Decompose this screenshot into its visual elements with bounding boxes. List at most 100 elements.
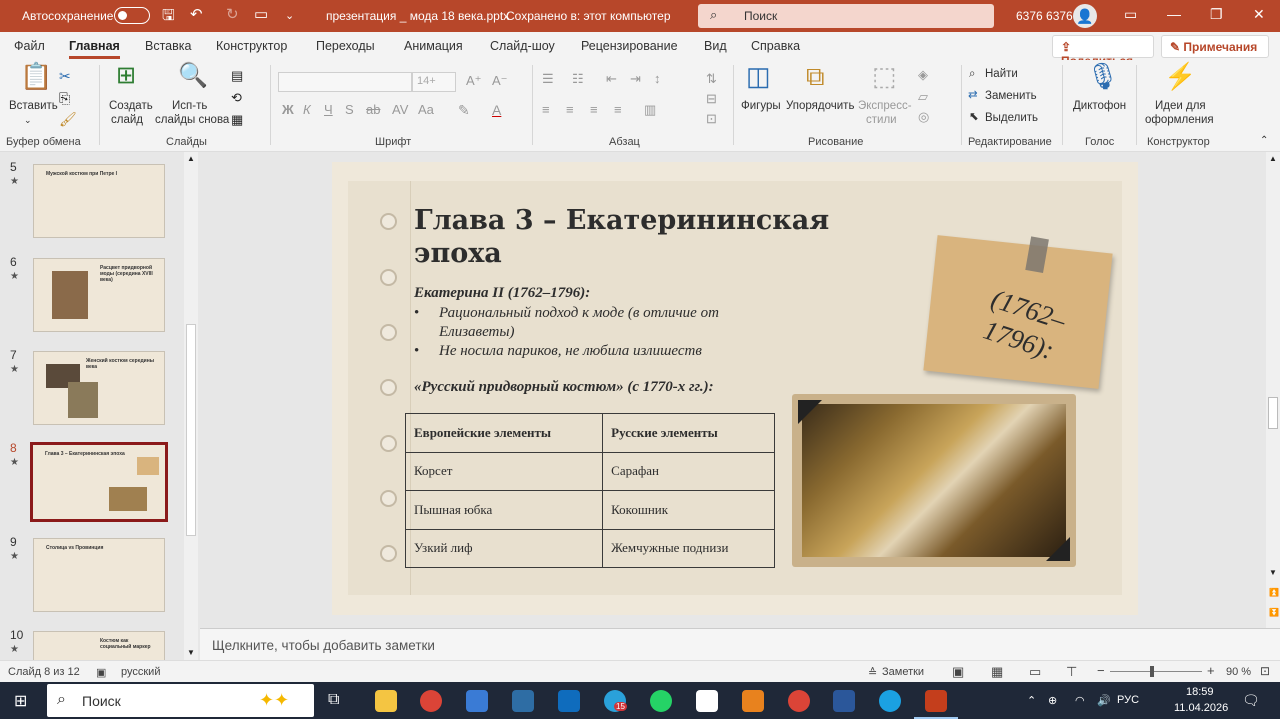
slide-thumbnail-7[interactable]: Женский костюм середины века — [33, 351, 165, 425]
slide-thumbnail-8-selected[interactable]: Глава 3 – Екатерининская эпоха — [30, 442, 168, 522]
reading-view-icon[interactable]: ▭ — [1029, 664, 1041, 680]
new-slide-icon[interactable]: ⊞ — [116, 64, 136, 88]
search-box[interactable]: ⌕ Поиск — [698, 4, 994, 28]
language-indicator[interactable]: русский — [121, 666, 160, 678]
highlight-icon[interactable]: ✎ — [458, 103, 470, 117]
copy-icon[interactable]: ⎘ — [59, 88, 70, 108]
scroll-thumb[interactable] — [186, 324, 196, 536]
spacing-icon[interactable]: AV — [392, 103, 408, 117]
replace-button[interactable]: Заменить — [985, 89, 1037, 103]
smartart-icon[interactable]: ⊡ — [706, 112, 717, 126]
justify-icon[interactable]: ≡ — [614, 103, 622, 117]
scroll-up-icon[interactable]: ▲ — [1269, 154, 1277, 163]
text-direction-icon[interactable]: ⇅ — [706, 72, 717, 86]
tab-animations[interactable]: Анимация — [404, 39, 463, 53]
maximize-icon[interactable]: ❐ — [1210, 6, 1223, 23]
notion-icon[interactable] — [696, 690, 718, 712]
shrink-font-icon[interactable]: A⁻ — [492, 74, 508, 88]
tab-home[interactable]: Главная — [69, 39, 120, 59]
table-cell[interactable]: Жемчужные поднизи — [602, 528, 775, 568]
slide-subheading[interactable]: Екатерина II (1762–1796): — [414, 285, 590, 302]
select-icon[interactable]: ⬉ — [969, 110, 979, 124]
store-icon[interactable] — [466, 690, 488, 712]
ideas-label-1[interactable]: Идеи для — [1155, 99, 1206, 113]
notes-pane[interactable]: Щелкните, чтобы добавить заметки — [200, 628, 1280, 660]
section-heading[interactable]: «Русский придворный костюм» (с 1770-х гг… — [414, 379, 714, 396]
redo-icon[interactable]: ↻ — [226, 5, 239, 23]
font-color-icon[interactable]: A — [492, 103, 501, 117]
shape-fill-icon[interactable]: ◈ — [918, 68, 928, 82]
grow-font-icon[interactable]: A⁺ — [466, 74, 482, 88]
next-slide-icon[interactable]: ⏬ — [1269, 608, 1279, 617]
notes-icon[interactable]: ≙ — [868, 666, 877, 679]
notes-button[interactable]: Заметки — [882, 666, 924, 678]
table-header[interactable]: Европейские элементы — [404, 413, 604, 453]
save-icon[interactable]: 🖫 — [162, 5, 175, 30]
table-cell[interactable]: Кокошник — [602, 490, 775, 530]
taskbar-search[interactable]: ⌕ Поиск ✦✦ — [47, 684, 314, 717]
spellcheck-icon[interactable]: ▣ — [96, 666, 106, 679]
table-cell[interactable]: Пышная юбка — [404, 490, 604, 530]
previous-slide-icon[interactable]: ⏫ — [1269, 588, 1279, 597]
align-left-icon[interactable]: ≡ — [542, 103, 550, 117]
shape-effects-icon[interactable]: ◎ — [918, 110, 929, 124]
tab-slideshow[interactable]: Слайд-шоу — [490, 39, 555, 53]
shape-outline-icon[interactable]: ▱ — [918, 90, 928, 104]
word-icon[interactable] — [833, 690, 855, 712]
file-explorer-icon[interactable] — [375, 690, 397, 712]
quick-styles-icon[interactable]: ⬚ — [872, 63, 897, 89]
autosave-toggle[interactable] — [114, 7, 150, 24]
paste-button[interactable]: Вставить — [9, 99, 58, 113]
format-painter-icon[interactable]: 🖌 — [59, 109, 77, 129]
paste-icon[interactable]: 📋 — [20, 63, 52, 89]
user-name[interactable]: 6376 6376 — [1016, 9, 1073, 23]
reuse-slides-icon[interactable]: 🔍 — [178, 64, 208, 88]
clock-date[interactable]: 11.04.2026 — [1174, 702, 1228, 714]
notification-icon[interactable]: 🗨 — [1242, 692, 1260, 709]
columns-icon[interactable]: ▥ — [644, 103, 656, 117]
scroll-up-icon[interactable]: ▲ — [187, 154, 195, 163]
shapes-icon[interactable]: ◫ — [746, 63, 771, 89]
ballroom-painting[interactable] — [792, 394, 1076, 567]
table-cell[interactable]: Узкий лиф — [404, 528, 604, 568]
table-cell[interactable]: Корсет — [404, 451, 604, 491]
reuse-label-2[interactable]: слайды снова — [155, 113, 229, 127]
sticky-note[interactable]: (1762–1796): — [923, 235, 1113, 389]
new-slide-label-2[interactable]: слайд — [111, 113, 143, 127]
tab-design[interactable]: Конструктор — [216, 39, 287, 53]
app-icon[interactable] — [512, 690, 534, 712]
bold-icon[interactable]: Ж — [282, 103, 294, 117]
minimize-icon[interactable]: — — [1167, 6, 1181, 22]
shadow-icon[interactable]: S — [345, 103, 354, 117]
slideshow-start-icon[interactable]: ▭ — [254, 5, 268, 23]
paste-chevron-icon[interactable]: ⌄ — [24, 113, 32, 127]
customize-toolbar-icon[interactable]: ⌄ — [285, 9, 294, 22]
zoom-in-icon[interactable]: + — [1207, 663, 1215, 678]
normal-view-icon[interactable]: ▣ — [952, 664, 964, 680]
align-center-icon[interactable]: ≡ — [566, 103, 574, 117]
arrange-icon[interactable]: ⧉ — [806, 63, 825, 89]
chrome-profile-icon[interactable] — [788, 690, 810, 712]
slide-sorter-icon[interactable]: ▦ — [991, 664, 1003, 680]
section-icon[interactable]: ▦ — [231, 110, 243, 130]
scroll-down-icon[interactable]: ▼ — [1269, 568, 1277, 577]
align-text-icon[interactable]: ⊟ — [706, 92, 717, 106]
scroll-thumb[interactable] — [1268, 397, 1278, 429]
italic-icon[interactable]: К — [303, 103, 311, 117]
fit-to-window-icon[interactable]: ⊡ — [1260, 664, 1270, 678]
slide-canvas[interactable]: Глава 3 – Екатерининская эпоха Екатерина… — [332, 162, 1138, 615]
slide-thumbnail-5[interactable]: Мужской костюм при Петре I — [33, 164, 165, 238]
replace-icon[interactable]: ⇄ — [968, 88, 978, 102]
zoom-level[interactable]: 90 % — [1226, 666, 1251, 678]
slide-title[interactable]: Глава 3 – Екатерининская эпоха — [414, 204, 834, 270]
tab-file[interactable]: Файл — [14, 39, 45, 53]
numbering-icon[interactable]: ☷ — [572, 72, 584, 86]
slide-thumbnail-10[interactable]: Костюм как социальный маркер — [33, 631, 165, 660]
quick-styles-label-2[interactable]: стили — [866, 113, 897, 127]
tab-review[interactable]: Рецензирование — [581, 39, 678, 53]
costume-table[interactable]: Европейские элементы Русские элементы Ко… — [404, 413, 775, 568]
network-icon[interactable]: ⊕ — [1048, 694, 1057, 707]
share-button[interactable]: ⇪ Поделиться — [1052, 35, 1154, 68]
powerpoint-icon[interactable] — [925, 690, 947, 712]
slide-thumbnail-6[interactable]: Расцвет придворной моды (середина XVIII … — [33, 258, 165, 332]
